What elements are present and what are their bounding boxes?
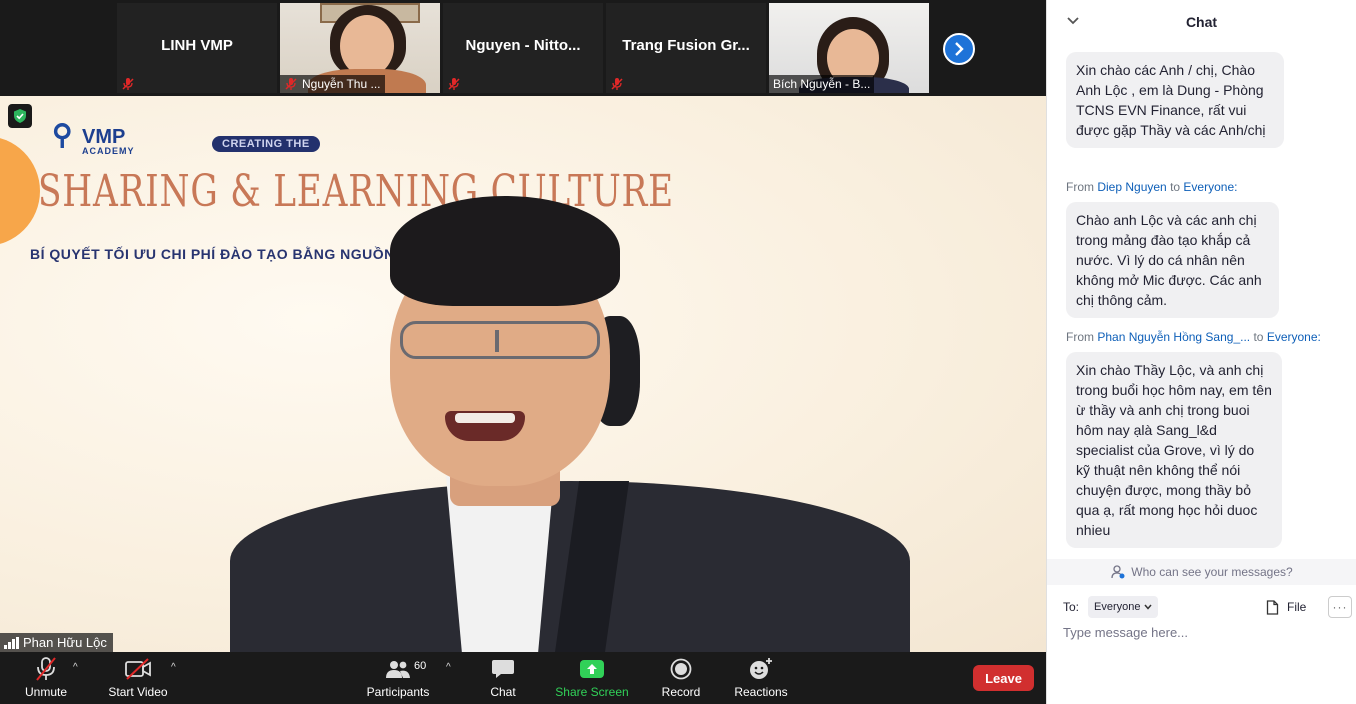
- participant-tile[interactable]: Nguyễn Thu ...: [280, 3, 440, 93]
- participants-options-caret-icon[interactable]: ^: [446, 662, 451, 673]
- vmp-academy-logo: ⚲ VMP ACADEMY: [52, 106, 152, 162]
- more-options-icon[interactable]: ···: [1328, 596, 1352, 618]
- zoom-meeting-window: LINH VMP Nguyễn Thu ... Nguyen - Nitto..…: [0, 0, 1356, 704]
- participant-name: LINH VMP: [161, 37, 233, 54]
- participants-icon: [386, 661, 410, 678]
- participant-name: Trang Fusion Gr...: [622, 37, 750, 54]
- video-options-caret-icon[interactable]: ^: [171, 662, 176, 673]
- logo-subtext: ACADEMY: [82, 146, 135, 156]
- record-label: Record: [661, 685, 701, 699]
- recipient-name[interactable]: Everyone:: [1183, 180, 1237, 194]
- to-label: To:: [1063, 600, 1080, 614]
- slide-pill: CREATING THE: [212, 136, 320, 152]
- audio-options-caret-icon[interactable]: ^: [73, 662, 78, 673]
- smiley-add-icon: [750, 658, 772, 679]
- participant-gallery-strip: LINH VMP Nguyễn Thu ... Nguyen - Nitto..…: [0, 0, 1046, 96]
- speaker-name: Phan Hữu Lộc: [23, 635, 107, 650]
- muted-mic-icon: [122, 78, 134, 90]
- file-icon: [1266, 599, 1279, 615]
- muted-mic-icon: [36, 657, 56, 681]
- muted-mic-icon: [285, 78, 297, 90]
- record-icon: [670, 658, 692, 680]
- participant-name-label: Nguyễn Thu ...: [280, 75, 385, 93]
- next-page-button[interactable]: [943, 33, 975, 65]
- chat-button[interactable]: Chat: [485, 652, 521, 704]
- chat-header: Chat: [1047, 0, 1356, 44]
- recipient-name[interactable]: Everyone:: [1267, 330, 1321, 344]
- reactions-label: Reactions: [734, 685, 788, 699]
- participants-label: Participants: [366, 685, 430, 699]
- chat-title: Chat: [1185, 14, 1218, 30]
- encryption-shield-icon[interactable]: [8, 104, 32, 128]
- sender-name[interactable]: Phan Nguyễn Hồng Sang_...: [1097, 330, 1250, 344]
- unmute-button[interactable]: Unmute: [20, 652, 72, 704]
- record-button[interactable]: Record: [658, 652, 704, 704]
- recipient-dropdown[interactable]: Everyone: [1088, 596, 1159, 618]
- file-label: File: [1287, 600, 1307, 614]
- logo-mark: ⚲: [52, 120, 73, 151]
- chat-message: Xin chào Thầy Lộc, và anh chị trong buổi…: [1066, 352, 1282, 548]
- participant-name: Nguyễn Thu ...: [302, 77, 381, 91]
- participant-name-label: Bích Nguyễn - B...: [769, 75, 875, 93]
- message-input[interactable]: [1063, 625, 1343, 695]
- share-screen-label: Share Screen: [555, 685, 629, 699]
- recipient-row: To: Everyone File ···: [1063, 596, 1356, 618]
- participant-tile[interactable]: LINH VMP: [117, 3, 277, 93]
- share-screen-button[interactable]: Share Screen: [554, 652, 630, 704]
- chevron-right-icon: [955, 42, 964, 56]
- muted-mic-icon: [448, 78, 460, 90]
- video-off-icon: [125, 658, 151, 680]
- participants-count: 60: [414, 660, 427, 672]
- reactions-button[interactable]: Reactions: [733, 652, 789, 704]
- chat-bubble-icon: [492, 660, 514, 678]
- leave-button[interactable]: Leave: [973, 665, 1034, 691]
- participant-name: Nguyen - Nitto...: [465, 37, 581, 54]
- file-button[interactable]: File: [1266, 596, 1306, 618]
- chat-message-sender: From Phan Nguyễn Hồng Sang_... to Everyo…: [1066, 330, 1321, 344]
- person-privacy-icon: [1111, 565, 1125, 579]
- muted-mic-icon: [611, 78, 623, 90]
- privacy-text: Who can see your messages?: [1131, 565, 1293, 579]
- message-privacy-link[interactable]: Who can see your messages?: [1047, 559, 1356, 585]
- unmute-label: Unmute: [24, 685, 68, 699]
- participant-tile[interactable]: Bích Nguyễn - B...: [769, 3, 929, 93]
- sender-name[interactable]: Diep Nguyen: [1097, 180, 1166, 194]
- chat-message-sender: From Diep Nguyen to Everyone:: [1066, 180, 1238, 194]
- chevron-down-icon: [1144, 604, 1153, 610]
- presenter-video: [230, 196, 910, 652]
- participant-name: Bích Nguyễn - B...: [773, 77, 871, 91]
- meeting-toolbar: Unmute ^ Start Video ^ Participants 60 ^…: [0, 652, 1046, 704]
- start-video-button[interactable]: Start Video: [105, 652, 171, 704]
- participant-tile[interactable]: Nguyen - Nitto...: [443, 3, 603, 93]
- start-video-label: Start Video: [108, 685, 168, 699]
- chat-panel: Chat Xin chào các Anh / chị, Chào Anh Lộ…: [1046, 0, 1356, 704]
- speaker-name-label: Phan Hữu Lộc: [0, 633, 113, 652]
- share-screen-icon: [580, 660, 604, 678]
- chat-label: Chat: [490, 685, 516, 699]
- chat-message: Chào anh Lộc và các anh chị trong mảng đ…: [1066, 202, 1279, 318]
- active-speaker-video: ⚲ VMP ACADEMY CREATING THE SHARING & LEA…: [0, 96, 1046, 652]
- participant-tile[interactable]: Trang Fusion Gr...: [606, 3, 766, 93]
- recipient-value: Everyone: [1094, 601, 1141, 613]
- collapse-chat-chevron-icon[interactable]: [1065, 13, 1081, 29]
- signal-bars-icon: [4, 636, 19, 649]
- chat-message: Xin chào các Anh / chị, Chào Anh Lộc , e…: [1066, 52, 1284, 148]
